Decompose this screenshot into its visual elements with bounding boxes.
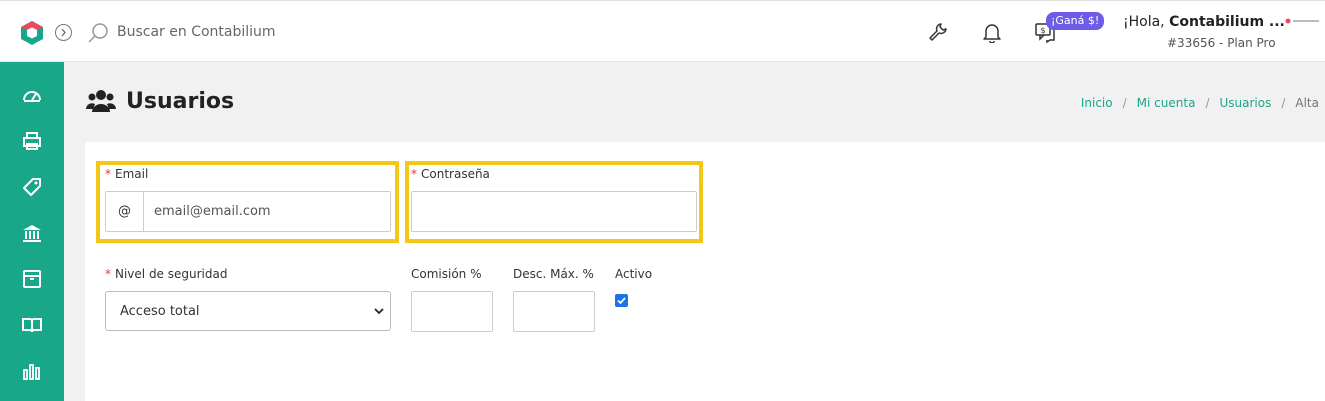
- bank-icon[interactable]: [21, 222, 43, 244]
- chevron-down-icon: [374, 308, 384, 315]
- password-label: * Contraseña: [411, 167, 490, 181]
- commission-label: Comisión %: [411, 267, 482, 281]
- security-level-select[interactable]: Acceso total: [105, 291, 391, 331]
- promo-badge[interactable]: ¡Ganá $!: [1046, 12, 1105, 30]
- email-field[interactable]: @ email@email.com: [105, 191, 391, 232]
- email-at-addon: @: [106, 192, 144, 231]
- check-icon: [617, 297, 626, 305]
- breadcrumb: Inicio / Mi cuenta / Usuarios / Alta: [1080, 96, 1319, 110]
- max-discount-label: Desc. Máx. %: [513, 267, 594, 281]
- contabilium-logo[interactable]: [19, 20, 45, 46]
- tag-icon[interactable]: [21, 176, 43, 198]
- bell-icon[interactable]: [981, 21, 1003, 43]
- company-logo: [1285, 18, 1319, 24]
- active-checkbox[interactable]: [615, 294, 628, 307]
- sidebar: [0, 62, 64, 401]
- user-greeting[interactable]: ¡Hola, Contabilium ...: [1123, 14, 1285, 30]
- commission-input[interactable]: [411, 291, 493, 332]
- email-label: * Email: [105, 167, 149, 181]
- breadcrumb-mi-cuenta[interactable]: Mi cuenta: [1137, 96, 1196, 110]
- svg-text:$: $: [1041, 26, 1046, 35]
- breadcrumb-alta: Alta: [1295, 96, 1319, 110]
- users-icon: [86, 90, 116, 112]
- bar-chart-icon[interactable]: [21, 360, 43, 382]
- top-bar: Buscar en Contabilium $ ¡Ganá $! ¡Hola, …: [0, 0, 1325, 62]
- dashboard-icon[interactable]: [21, 85, 43, 107]
- search-input[interactable]: Buscar en Contabilium: [117, 24, 276, 40]
- security-level-label: * Nivel de seguridad: [105, 267, 228, 281]
- email-input[interactable]: email@email.com: [144, 192, 390, 231]
- book-icon[interactable]: [21, 314, 43, 336]
- active-label: Activo: [615, 267, 653, 281]
- breadcrumb-inicio[interactable]: Inicio: [1081, 96, 1113, 110]
- greeting-prefix: ¡Hola,: [1123, 14, 1170, 30]
- box-icon[interactable]: [21, 268, 43, 290]
- security-level-value: Acceso total: [120, 303, 200, 319]
- sidebar-toggle-button[interactable]: [55, 24, 72, 41]
- page-title: Usuarios: [126, 89, 235, 114]
- user-name: Contabilium ...: [1169, 14, 1285, 30]
- max-discount-input[interactable]: [513, 291, 595, 332]
- search-icon[interactable]: [87, 22, 109, 44]
- wrench-icon[interactable]: [927, 21, 949, 43]
- chevron-right-icon: [61, 28, 66, 37]
- breadcrumb-usuarios[interactable]: Usuarios: [1219, 96, 1271, 110]
- password-input[interactable]: [411, 191, 697, 232]
- account-plan: #33656 - Plan Pro: [1167, 36, 1276, 50]
- printer-icon[interactable]: [21, 130, 43, 152]
